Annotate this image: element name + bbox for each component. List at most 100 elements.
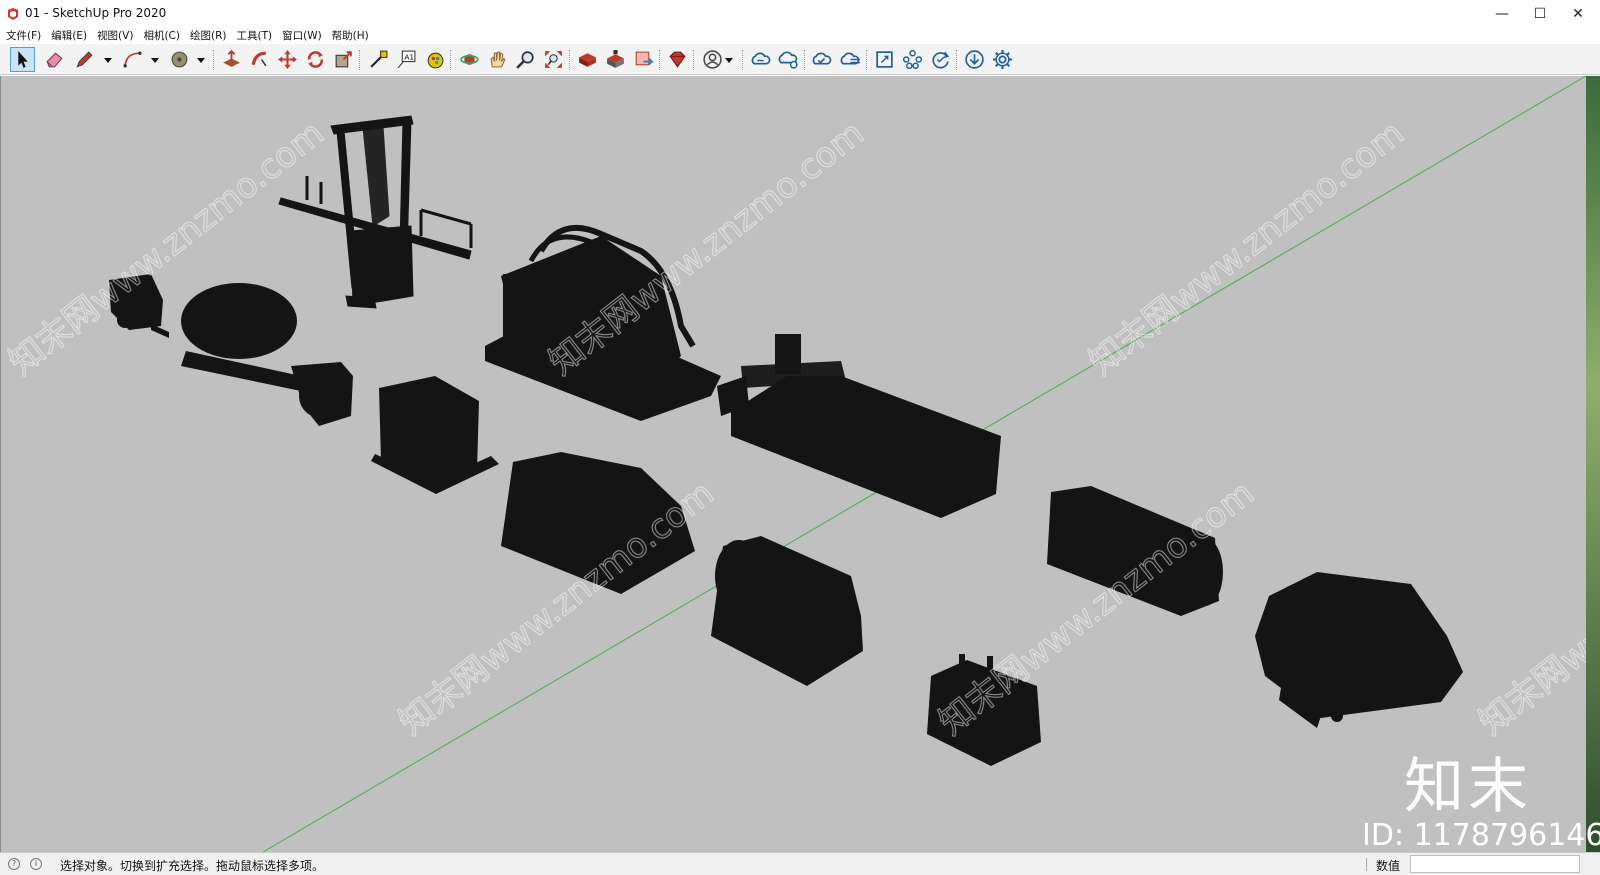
components-icon (902, 49, 923, 70)
measurements-input[interactable] (1410, 855, 1580, 873)
push-pull-icon (223, 49, 240, 67)
toolbar-separator (866, 50, 867, 70)
znzmo-logo: 知末 (1404, 752, 1532, 822)
watermark-text: 知末网www.znzmo.com (1082, 113, 1412, 383)
oil-tank-skid-model (711, 536, 863, 686)
push-pull-tool-button[interactable] (219, 47, 244, 72)
chevron-down-icon[interactable] (724, 55, 734, 65)
toolbar-separator (569, 50, 570, 70)
toolbar-separator (693, 50, 694, 70)
geo-location-icon[interactable]: ? (8, 858, 20, 870)
pan-tool-button[interactable] (485, 47, 510, 72)
chevron-down-icon[interactable] (103, 55, 113, 65)
refresh-check-icon (932, 51, 950, 69)
sketchup-app-icon (8, 8, 18, 20)
cloud-sync-button[interactable] (748, 47, 773, 72)
3d-warehouse-button[interactable] (575, 47, 600, 72)
svg-text:A1: A1 (404, 53, 414, 62)
cloud-sync-icon (751, 52, 771, 65)
follow-me-icon (251, 51, 267, 67)
cloud-check-icon (812, 52, 832, 65)
menu-draw[interactable]: 绘图(R) (185, 28, 232, 44)
pencil-tool-button[interactable] (72, 47, 97, 72)
menu-window[interactable]: 窗口(W) (277, 28, 327, 44)
status-message: 选择对象。切换到扩充选择。拖动鼠标选择多项。 (60, 859, 325, 873)
arc-tool-button[interactable] (120, 47, 145, 72)
chevron-down-icon[interactable] (196, 55, 206, 65)
status-divider (1366, 858, 1367, 871)
orbit-tool-button[interactable] (457, 47, 482, 72)
settings-button[interactable] (990, 47, 1015, 72)
scale-tool-button[interactable] (331, 47, 356, 72)
minimize-button[interactable]: — (1484, 0, 1520, 28)
paint-tool-button[interactable] (422, 47, 447, 72)
zoom-extents-tool-button[interactable] (541, 47, 566, 72)
send-to-layout-icon (635, 51, 654, 66)
window-title: 01 - SketchUp Pro 2020 (25, 6, 167, 20)
large-engine-model (1255, 572, 1463, 728)
account-button[interactable] (700, 47, 725, 72)
toolbar-separator (659, 50, 660, 70)
model-viewport[interactable]: 知末网www.znzmo.com 知末网www.znzmo.com 知末网www… (0, 76, 1600, 852)
toolbar-separator (213, 50, 214, 70)
account-icon (703, 50, 722, 69)
text-tool-button[interactable]: A1 (394, 47, 419, 72)
pencil-icon (76, 51, 93, 68)
menu-camera[interactable]: 相机(C) (138, 28, 185, 44)
send-to-layout-button[interactable] (631, 47, 656, 72)
refresh-check-button[interactable] (928, 47, 953, 72)
menu-view[interactable]: 视图(V) (92, 28, 138, 44)
eraser-icon (46, 52, 63, 68)
rotate-icon (307, 51, 324, 68)
background-desktop-edge (1586, 76, 1600, 852)
menu-bar: 文件(F) 编辑(E) 视图(V) 相机(C) 绘图(R) 工具(T) 窗口(W… (0, 28, 374, 44)
watermark-text: 知末网www.znzmo.com (1472, 473, 1600, 743)
cloud-share-icon (778, 51, 798, 69)
zoom-extents-icon (545, 51, 562, 68)
main-toolbar: A1 (0, 44, 1600, 75)
eraser-tool-button[interactable] (42, 47, 67, 72)
follow-me-tool-button[interactable] (247, 47, 272, 72)
maximize-button[interactable]: ☐ (1522, 0, 1558, 28)
mud-pump-skid-model (717, 334, 1001, 518)
arc-icon (123, 51, 142, 68)
extension-warehouse-button[interactable] (603, 47, 628, 72)
chevron-down-icon[interactable] (150, 55, 160, 65)
select-arrow-icon (18, 51, 28, 68)
menu-help[interactable]: 帮助(H) (327, 28, 374, 44)
menu-tools[interactable]: 工具(T) (231, 28, 277, 44)
toolbar-separator (956, 50, 957, 70)
tank-trailer-model (181, 283, 353, 426)
cloud-list-icon (840, 52, 860, 65)
info-icon[interactable]: i (30, 858, 42, 870)
tape-measure-tool-button[interactable] (366, 47, 391, 72)
warehouse-icon (579, 53, 596, 67)
components-button[interactable] (900, 47, 925, 72)
paint-bucket-icon (171, 51, 188, 68)
move-tool-button[interactable] (275, 47, 300, 72)
download-button[interactable] (962, 47, 987, 72)
menu-edit[interactable]: 编辑(E) (46, 28, 92, 44)
ruby-extension-button[interactable] (665, 47, 690, 72)
settings-gear-icon (993, 50, 1012, 69)
orbit-icon (460, 54, 479, 65)
move-icon (278, 50, 297, 69)
status-bar: ? i 选择对象。切换到扩充选择。拖动鼠标选择多项。 数值 (0, 852, 1600, 875)
zoom-tool-button[interactable] (513, 47, 538, 72)
paint-icon (427, 52, 444, 69)
section-frame-button[interactable] (872, 47, 897, 72)
download-icon (965, 50, 984, 69)
menu-file[interactable]: 文件(F) (0, 28, 46, 44)
cloud-share-button[interactable] (776, 47, 801, 72)
cloud-list-button[interactable] (838, 47, 863, 72)
toolbar-separator (742, 50, 743, 70)
ruby-extension-icon (669, 51, 686, 68)
electrical-cabinet-model (371, 376, 499, 494)
select-tool-button[interactable] (10, 47, 35, 72)
toolbar-separator (804, 50, 805, 70)
cloud-check-button[interactable] (810, 47, 835, 72)
close-button[interactable]: ✕ (1560, 0, 1596, 28)
rotate-tool-button[interactable] (303, 47, 328, 72)
paint-bucket-tool-button[interactable] (167, 47, 192, 72)
model-id-label: ID: 1178796146 (1362, 818, 1600, 853)
